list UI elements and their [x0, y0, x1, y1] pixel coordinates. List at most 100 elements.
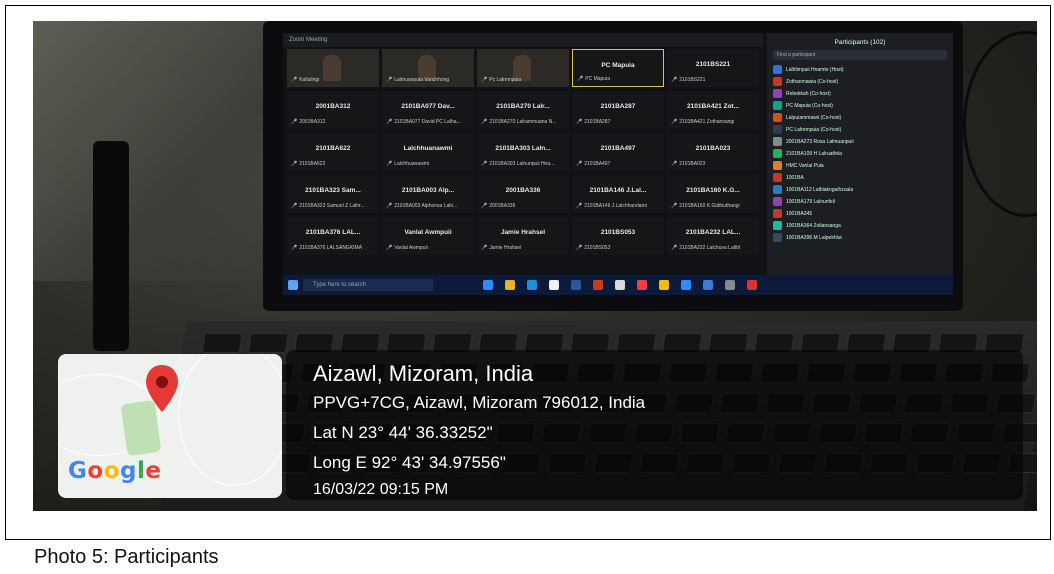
participant-tile-name: 2101BA323 Sam... [305, 187, 361, 194]
participant-tile: 🎤 Lalmuanpuia Vanchhong [382, 49, 474, 87]
participant-tile-label: 🎤 2101BA023 [671, 161, 705, 167]
participant-tile-sublabel: 2101BA270 Lalrammuana N... [489, 119, 557, 125]
avatar [773, 89, 782, 98]
participant-tile-name: 2001BA336 [505, 187, 541, 194]
participant-tile: 2101BA232 LAL... 🎤 2101BA232 Lalchuva Lalt… [667, 217, 759, 255]
file-explorer-icon [505, 280, 515, 290]
participant-tile-label: 🎤 2101BA146 J.Lalchhandami [576, 203, 647, 209]
participant-tile-name: 2101BA077 Dav... [401, 103, 455, 110]
avatar [773, 65, 782, 74]
participant-tile: Vanlal Awmpuii 🎤 Vanlal Awmpuii [382, 217, 474, 255]
geotag-place: Aizawl, Mizoram, India [313, 361, 534, 386]
participant-tile-label: 🎤 2101BS221 [671, 77, 705, 83]
participant-tile-sublabel: 2101BA160 K.Gidibuthangi [679, 203, 740, 209]
participant-tile-label: 🎤 Pc Lalrempuia [481, 77, 521, 83]
participant-tile-name: 2101BA303 Laln... [495, 145, 551, 152]
participant-tile-label: 🎤 PC Mapuia [577, 76, 610, 82]
participant-tile-name: 2101BS221 [695, 61, 731, 68]
app-icon-5 [747, 280, 757, 290]
participant-tile-sublabel: 2101BA287 [584, 119, 611, 125]
participant-tile: 2001BA336 🎤 2001BA336 [477, 175, 569, 213]
participant-tile: 🎤 Kallulingi [287, 49, 379, 87]
participant-tile-name: Lalchhuanawmi [403, 145, 453, 152]
participant-tile-name: 2101BA023 [695, 145, 731, 152]
participant-tile-label: 🎤 2001BA336 [481, 203, 515, 209]
participant-tile-label: 🎤 Lalmuanpuia Vanchhong [386, 77, 449, 83]
avatar [773, 233, 782, 242]
avatar [773, 209, 782, 218]
avatar [773, 137, 782, 146]
participant-list-item: HMC Vanlal Puia [773, 160, 947, 171]
avatar [773, 113, 782, 122]
participant-tile-label: 🎤 2101BA003 Alphonsa Lalri... [386, 203, 457, 209]
avatar [773, 161, 782, 170]
participant-tile-name: 2101BA622 [315, 145, 351, 152]
participant-name: 1001BA364 Zoliansanga [786, 222, 841, 229]
muted-mic-icon: 🎤 [671, 203, 678, 209]
participant-name: 1001BA [786, 174, 804, 181]
participant-name: 1001BA112 Lalbiakngaihzuala [786, 186, 854, 193]
taskbar-search: Type here to search [303, 279, 433, 291]
participant-tile-sublabel: 2101BA146 J.Lalchhandami [584, 203, 647, 209]
participant-tile-name: 2101BA287 [600, 103, 636, 110]
participant-tile-sublabel: 2101BA023 [679, 161, 706, 167]
participant-tile: 2101BA287 🎤 2101BA287 [572, 91, 664, 129]
muted-mic-icon: 🎤 [291, 161, 298, 167]
participant-name: 1001BA396 M Lalpekhlui [786, 234, 842, 241]
participant-tile: 2101BA622 🎤 2101BA622 [287, 133, 379, 171]
participant-name: HMC Vanlal Puia [786, 162, 824, 169]
participants-panel-title: Participants (102) [834, 39, 886, 46]
participant-tile: Jamie Hrahsel 🎤 Jamie Hrahsel [477, 217, 569, 255]
muted-mic-icon: 🎤 [386, 245, 393, 251]
participant-list-item: 1001BA112 Lalbiakngaihzuala [773, 184, 947, 195]
participant-tile: 2101BA270 Lalr... 🎤 2101BA270 Lalrammuana … [477, 91, 569, 129]
participant-tile-label: 🎤 2101BA323 Samuel Z Lalhr... [291, 203, 365, 209]
participant-tile-sublabel: 2001BA312 [299, 119, 326, 125]
participant-tile-sublabel: 2101BA232 Lalchuva Lalthl [679, 245, 741, 251]
participant-tile-name: 2001BA312 [315, 103, 351, 110]
opera-icon [637, 280, 647, 290]
participant-list-item: Rebekkah (Co-host) [773, 88, 947, 99]
cable [963, 31, 1037, 217]
router-antenna [93, 141, 129, 351]
muted-mic-icon: 🎤 [671, 77, 678, 83]
windows-start-icon [288, 280, 298, 290]
participant-tile: 2101BA023 🎤 2101BA023 [667, 133, 759, 171]
participant-tile-sublabel: Jamie Hrahsel [489, 245, 522, 251]
geotag-latitude: Lat N 23° 44' 36.33252" [313, 423, 493, 442]
participant-tile-sublabel: Kallulingi [299, 77, 320, 83]
participant-tile-sublabel: Vanlal Awmpuii [394, 245, 428, 251]
participant-tile-sublabel: Lalmuanpuia Vanchhong [394, 77, 450, 83]
participant-tile-sublabel: Pc Lalrempuia [489, 77, 522, 83]
avatar [773, 185, 782, 194]
participant-tile-name: 2101BA497 [600, 145, 636, 152]
participant-tile: 2101BA323 Sam... 🎤 2101BA323 Samuel Z Lalh… [287, 175, 379, 213]
google-logo: Google [68, 458, 162, 484]
participant-tile-sublabel: 2101BA622 [299, 161, 326, 167]
app-icon-2 [681, 280, 691, 290]
muted-mic-icon: 🎤 [386, 77, 393, 83]
participant-name: Zothanmawia (Co-host) [786, 78, 839, 85]
participant-name: 2101BA109 H Lalruatfela [786, 150, 842, 157]
participant-tile-name: 2101BA232 LAL... [685, 229, 741, 236]
participant-name: 1001BA179 Lalnunfeli [786, 198, 835, 205]
participant-tile: 🎤 Pc Lalrempuia [477, 49, 569, 87]
windows-taskbar: Type here to search [283, 275, 953, 295]
participant-list-item: 1001BA396 M Lalpekhlui [773, 232, 947, 243]
participant-tile-label: 🎤 2101BA376 LALSANGKIMA [291, 245, 362, 251]
geotag-datetime: 16/03/22 09:15 PM [313, 481, 449, 498]
map-road [178, 354, 282, 486]
participant-tile-name: 2101BA421 Zot... [686, 103, 740, 110]
participant-search-input: Find a participant [773, 50, 947, 60]
muted-mic-icon: 🎤 [386, 161, 393, 167]
participant-tile-label: 🎤 Kallulingi [291, 77, 319, 83]
app-icon-3 [703, 280, 713, 290]
participant-name: 1001BA345 [786, 210, 813, 217]
muted-mic-icon: 🎤 [576, 245, 583, 251]
avatar [773, 125, 782, 134]
zoom-gallery-view: 🎤 Kallulingi 🎤 Lalmuanpuia Vanchhong 🎤 Pc Lal… [287, 49, 763, 261]
participant-name: Lalpuiammawii (Co-host) [786, 114, 842, 121]
participant-tile-sublabel: 2101BA421 Zothansangi [679, 119, 735, 125]
keyboard-key [247, 333, 289, 353]
muted-mic-icon: 🎤 [671, 119, 678, 125]
